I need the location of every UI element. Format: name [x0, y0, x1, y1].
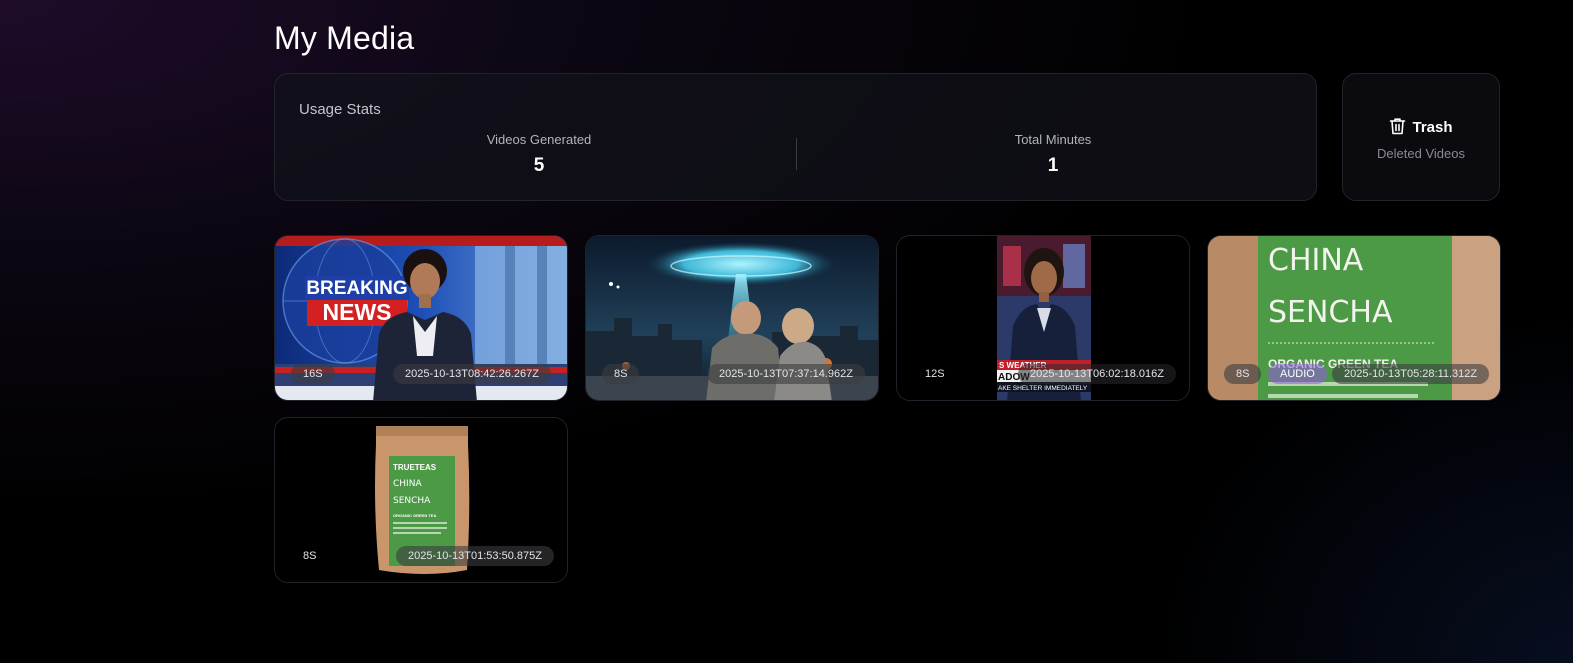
video-card[interactable]: TRUETEAS CHINA SENCHA ORGANIC GREEN TEA …: [274, 417, 568, 583]
usage-stats-title: Usage Stats: [299, 101, 381, 118]
thumb-text-news: NEWS: [323, 299, 392, 325]
video-created-timestamp: 2025-10-13T08:42:26.267Z: [393, 364, 551, 384]
trash-button[interactable]: Trash Deleted Videos: [1342, 73, 1500, 201]
video-duration-badge: 8S: [291, 546, 329, 566]
thumb-text-china: CHINA: [1268, 243, 1364, 278]
video-duration-badge: 8S: [602, 364, 640, 384]
video-created-timestamp: 2025-10-13T01:53:50.875Z: [396, 546, 554, 566]
stat-videos-generated-label: Videos Generated: [486, 132, 592, 147]
thumb-text-sencha: SENCHA: [393, 496, 431, 506]
stat-videos-generated-value: 5: [533, 155, 545, 176]
page-title: My Media: [274, 20, 415, 56]
video-card[interactable]: S WEATHER ADOW AKE SHELTER IMMEDIATELY 1…: [896, 235, 1190, 401]
stat-total-minutes-value: 1: [1047, 155, 1059, 176]
stat-total-minutes-label: Total Minutes: [1014, 132, 1092, 147]
stat-videos-generated: Videos Generated 5: [389, 132, 689, 177]
usage-stats-card: Usage Stats Videos Generated 5 Total Min…: [274, 73, 1317, 201]
thumb-text-sencha: SENCHA: [1268, 295, 1393, 330]
stats-divider: [796, 138, 797, 170]
video-duration-badge: 8S: [1224, 364, 1262, 384]
stat-total-minutes: Total Minutes 1: [903, 132, 1203, 177]
trash-label: Trash: [1412, 119, 1453, 136]
thumb-text-breaking: BREAKING: [306, 278, 407, 299]
thumb-text-china: CHINA: [393, 479, 422, 489]
video-card[interactable]: BREAKING NEWS 16S 2025-10-13T08:42:26.26…: [274, 235, 568, 401]
thumb-text-trueteas: TRUETEAS: [393, 463, 437, 472]
video-duration-badge: 12S: [913, 364, 957, 384]
trash-icon: [1390, 118, 1406, 135]
video-created-timestamp: 2025-10-13T05:28:11.312Z: [1332, 364, 1490, 384]
video-duration-badge: 16S: [291, 364, 335, 384]
video-created-timestamp: 2025-10-13T07:37:14.962Z: [707, 364, 865, 384]
thumb-text-shelter: AKE SHELTER IMMEDIATELY: [998, 385, 1088, 392]
video-card[interactable]: CHINA SENCHA ORGANIC GREEN TEA 8S AUDIO …: [1207, 235, 1501, 401]
trash-title-row: Trash: [1343, 117, 1499, 136]
thumb-text-organic: ORGANIC GREEN TEA: [393, 513, 436, 518]
audio-badge: AUDIO: [1268, 364, 1327, 384]
trash-subtitle: Deleted Videos: [1377, 146, 1465, 161]
video-card[interactable]: 8S 2025-10-13T07:37:14.962Z: [585, 235, 879, 401]
video-created-timestamp: 2025-10-13T06:02:18.016Z: [1018, 364, 1176, 384]
